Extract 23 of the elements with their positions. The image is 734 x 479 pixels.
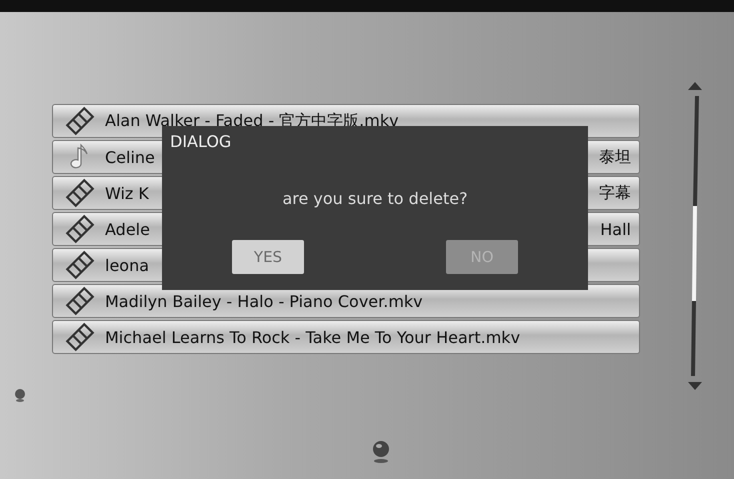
film-icon (65, 106, 95, 136)
file-name: 泰坦 (599, 146, 631, 168)
file-name: Wiz K (105, 184, 149, 202)
dialog-button[interactable]: YES (232, 240, 304, 274)
dialog-message: are you sure to delete? (282, 189, 468, 208)
file-name: Adele (105, 220, 150, 238)
film-icon (65, 250, 95, 280)
film-icon (65, 178, 95, 208)
scrollbar[interactable] (690, 96, 700, 376)
file-name: Hall (600, 220, 631, 238)
scroll-down-icon (688, 382, 702, 390)
film-icon (65, 286, 95, 316)
bead-icon (14, 388, 26, 402)
film-icon (65, 322, 95, 352)
scroll-up-icon (688, 82, 702, 90)
file-row[interactable]: Michael Learns To Rock - Take Me To Your Heart.mkv (52, 320, 640, 354)
file-name: Celine (105, 148, 155, 166)
bead-icon (371, 440, 391, 464)
file-name: leona (105, 256, 150, 274)
file-name: Madilyn Bailey - Halo - Piano Cover.mkv (105, 292, 423, 310)
file-name: Michael Learns To Rock - Take Me To Your Heart.mkv (105, 328, 520, 346)
film-icon (65, 214, 95, 244)
file-name: 字幕 (599, 182, 631, 204)
